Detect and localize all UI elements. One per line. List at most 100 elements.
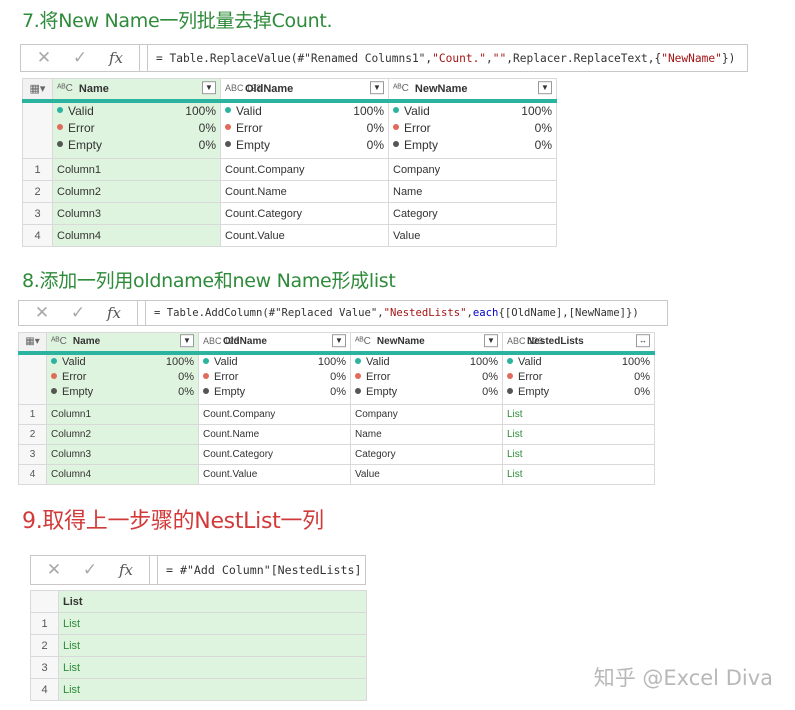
table-row[interactable]: 3 Column3 Count.Category Category — [22, 202, 557, 225]
fx-icon[interactable]: fx — [99, 49, 133, 67]
list-link[interactable]: List — [502, 444, 655, 465]
formula-string: "Count." — [432, 51, 487, 65]
fx-icon[interactable]: fx — [97, 304, 131, 322]
table-cell[interactable]: Value — [350, 464, 503, 485]
valid-label: Valid — [366, 355, 390, 368]
table-cell[interactable]: Count.Company — [198, 404, 351, 425]
empty-percent: 0% — [198, 137, 216, 152]
any-type-icon[interactable]: ABC 123 — [203, 337, 239, 346]
valid-dot-icon — [507, 357, 513, 364]
formula-bar-buttons: ✕ ✓ fx — [19, 301, 138, 325]
text-type-icon[interactable]: ᴬᴮC — [393, 84, 409, 94]
table-row[interactable]: 4 Column4 Count.Value Value List — [18, 464, 655, 485]
text-type-icon[interactable]: ᴬᴮC — [355, 337, 371, 347]
table-row[interactable]: 1 Column1 Count.Company Company — [22, 158, 557, 181]
list-link[interactable]: List — [502, 464, 655, 485]
dropdown-icon[interactable]: ▼ — [180, 333, 194, 347]
table-menu-icon[interactable]: ▦▾ — [18, 332, 47, 355]
list-link[interactable]: List — [58, 634, 367, 657]
column-header-newname[interactable]: ᴬᴮC NewName ▼ — [388, 78, 557, 103]
table-cell[interactable]: Column1 — [46, 404, 199, 425]
text-type-icon[interactable]: ᴬᴮC — [57, 84, 73, 94]
empty-percent: 0% — [330, 385, 346, 398]
list-link[interactable]: List — [502, 404, 655, 425]
any-type-icon[interactable]: ABC 123 — [225, 84, 261, 93]
table-cell[interactable]: Count.Name — [220, 180, 389, 203]
table-cell[interactable]: Column4 — [52, 224, 221, 247]
list-link[interactable]: List — [502, 424, 655, 445]
column-header-newname[interactable]: ᴬᴮC NewName ▼ — [350, 332, 503, 355]
column-header-list[interactable]: List — [58, 590, 367, 613]
valid-label: Valid — [404, 103, 430, 118]
table-row[interactable]: 4 List — [30, 678, 367, 701]
row-number: 1 — [30, 612, 59, 635]
dropdown-icon[interactable]: ▼ — [538, 80, 552, 94]
table-cell[interactable]: Value — [388, 224, 557, 247]
table-row[interactable]: 1 List — [30, 612, 367, 635]
formula-input[interactable]: = Table.ReplaceValue(#"Renamed Columns1"… — [148, 45, 747, 71]
commit-icon[interactable]: ✓ — [73, 560, 107, 580]
table-cell[interactable]: Column4 — [46, 464, 199, 485]
dropdown-icon[interactable]: ▼ — [202, 80, 216, 94]
any-type-icon[interactable]: ABC 123 — [507, 337, 543, 346]
table-cell[interactable]: Company — [350, 404, 503, 425]
list-link[interactable]: List — [58, 656, 367, 679]
table-cell[interactable]: Count.Category — [220, 202, 389, 225]
table-cell[interactable]: Column2 — [52, 180, 221, 203]
formula-input[interactable]: = Table.AddColumn(#"Replaced Value", "Ne… — [146, 301, 667, 325]
column-header-oldname[interactable]: ABC 123OldName ▼ — [198, 332, 351, 355]
commit-icon[interactable]: ✓ — [63, 48, 97, 68]
table-row[interactable]: 2 List — [30, 634, 367, 657]
table-row[interactable]: 3 Column3 Count.Category Category List — [18, 444, 655, 465]
table-row[interactable]: 3 List — [30, 656, 367, 679]
table-cell[interactable]: Count.Value — [220, 224, 389, 247]
stats-row-label — [18, 352, 47, 405]
table-row[interactable]: 1 Column1 Count.Company Company List — [18, 404, 655, 425]
fx-icon[interactable]: fx — [109, 561, 143, 579]
column-header-name[interactable]: ᴬᴮC Name ▼ — [52, 78, 221, 103]
text-type-icon[interactable]: ᴬᴮC — [51, 337, 67, 347]
dropdown-icon[interactable]: ▼ — [484, 333, 498, 347]
error-dot-icon — [355, 372, 361, 379]
valid-label: Valid — [68, 103, 94, 118]
table-cell[interactable]: Count.Company — [220, 158, 389, 181]
table-cell[interactable]: Name — [388, 180, 557, 203]
table-row[interactable]: 2 Column2 Count.Name Name — [22, 180, 557, 203]
expand-column-icon[interactable]: ↔ — [636, 333, 650, 347]
column-header-name[interactable]: ᴬᴮC Name ▼ — [46, 332, 199, 355]
column-header-label: NestedLists — [527, 336, 584, 348]
valid-dot-icon — [355, 357, 361, 364]
list-link[interactable]: List — [58, 678, 367, 701]
commit-icon[interactable]: ✓ — [61, 303, 95, 323]
valid-label: Valid — [518, 355, 542, 368]
cancel-icon[interactable]: ✕ — [27, 48, 61, 68]
error-label: Error — [404, 120, 431, 135]
table-cell[interactable]: Name — [350, 424, 503, 445]
list-link[interactable]: List — [58, 612, 367, 635]
cancel-icon[interactable]: ✕ — [37, 560, 71, 580]
valid-dot-icon — [393, 107, 399, 114]
cancel-icon[interactable]: ✕ — [25, 303, 59, 323]
table-menu-icon[interactable]: ▦▾ — [22, 78, 53, 103]
formula-input[interactable]: = #"Add Column"[NestedLists] — [158, 556, 365, 584]
column-header-oldname[interactable]: ABC 123OldName ▼ — [220, 78, 389, 103]
table-cell[interactable]: Company — [388, 158, 557, 181]
table-cell[interactable]: Count.Category — [198, 444, 351, 465]
column-header-nestedlists[interactable]: ABC 123NestedLists ↔ — [502, 332, 655, 355]
dropdown-icon[interactable]: ▼ — [370, 80, 384, 94]
table-cell[interactable]: Column3 — [52, 202, 221, 225]
empty-percent: 0% — [178, 385, 194, 398]
valid-percent: 100% — [353, 103, 384, 118]
dropdown-icon[interactable]: ▼ — [332, 333, 346, 347]
column-quality-stats: Valid 100% Error 0% Empty 0% — [220, 100, 389, 159]
table-cell[interactable]: Category — [350, 444, 503, 465]
table-row[interactable]: 2 Column2 Count.Name Name List — [18, 424, 655, 445]
table-cell[interactable]: Column2 — [46, 424, 199, 445]
table-cell[interactable]: Count.Value — [198, 464, 351, 485]
table-row[interactable]: 4 Column4 Count.Value Value — [22, 224, 557, 247]
table-cell[interactable]: Column1 — [52, 158, 221, 181]
table-cell[interactable]: Column3 — [46, 444, 199, 465]
table-cell[interactable]: Count.Name — [198, 424, 351, 445]
table-cell[interactable]: Category — [388, 202, 557, 225]
error-label: Error — [236, 120, 263, 135]
